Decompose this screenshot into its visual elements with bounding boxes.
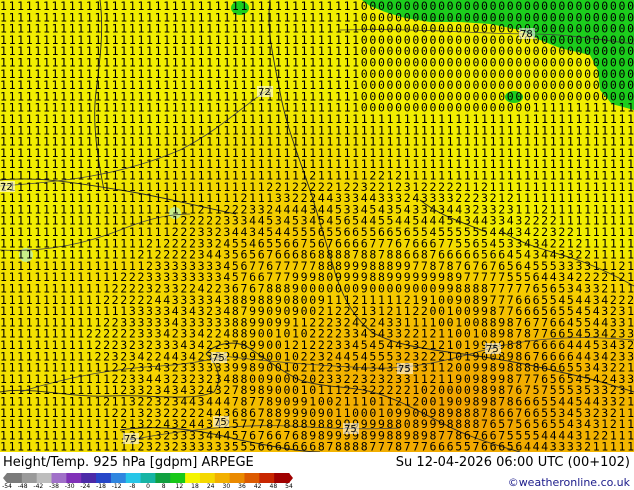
scale-tick-label: -42 [33, 483, 44, 490]
scale-swatch [244, 473, 260, 483]
scale-tick-label: 30 [222, 483, 231, 490]
temperature-value-grid: 1111111111111111111111111111111111111111… [0, 0, 634, 452]
scale-swatch [274, 473, 290, 483]
weather-map-screen: 1111111111111111111111111111111111111111… [0, 0, 634, 490]
scale-tick-label: -30 [64, 483, 75, 490]
scale-tick-label: 54 [285, 483, 293, 490]
scale-tick-label: -12 [111, 483, 122, 490]
scale-swatch [7, 473, 23, 483]
isohypse-label: 78 [520, 29, 533, 40]
map-title: Height/Temp. 925 hPa [gdpm] ARPEGE [3, 455, 254, 470]
credit-link[interactable]: ©weatheronline.co.uk [508, 476, 630, 489]
scale-swatch [21, 473, 38, 483]
scale-tick-label: 42 [253, 483, 262, 490]
valid-datetime: Su 12-04-2026 06:00 UTC (00+102) [395, 455, 630, 470]
scale-swatch [36, 473, 53, 483]
scale-swatch [155, 473, 171, 483]
value-row: 1111111111111111232323333335556666666878… [0, 440, 634, 452]
scale-tick-label: 0 [146, 483, 150, 490]
scale-tick-label: 8 [161, 483, 166, 490]
scale-tick-label: 36 [238, 483, 246, 490]
temperature-map: 1111111111111111111111111111111111111111… [0, 0, 634, 452]
scale-tick-label: -48 [17, 483, 28, 490]
scale-tick-label: -18 [96, 483, 106, 490]
isohypse-label: 75 [124, 434, 137, 445]
scale-swatch [199, 473, 216, 483]
scale-tick-label: 18 [191, 483, 199, 490]
scale-swatch [214, 473, 231, 483]
isohypse-label: 75 [486, 344, 499, 355]
scale-swatch [51, 473, 67, 483]
scale-swatch [229, 473, 245, 483]
scale-arrow-left [3, 473, 7, 483]
scale-tick-label: 24 [206, 483, 215, 490]
isohypse-label: 75 [214, 417, 227, 428]
scale-swatch [96, 473, 112, 483]
scale-tick-label: 48 [269, 483, 278, 490]
scale-tick-label: -38 [49, 483, 59, 490]
isohypse-label: 75 [344, 424, 357, 435]
scale-swatch [81, 473, 97, 483]
isohypse-label: 72 [0, 182, 13, 193]
scale-swatch [140, 473, 156, 483]
map-footer: Height/Temp. 925 hPa [gdpm] ARPEGE Su 12… [0, 452, 634, 490]
scale-swatch [125, 473, 142, 483]
scale-swatch [170, 473, 186, 483]
scale-swatch [66, 473, 82, 483]
isohypse-label: 72 [258, 87, 271, 98]
isohypse-label: 75 [212, 353, 225, 364]
color-scale-labels: -54 -48 -42 -38 -30 -24 -18 -12 -8 0 8 12 18 24 30 36 42… [2, 483, 293, 490]
color-scale-bar [3, 473, 293, 483]
scale-arrow-right [289, 473, 293, 483]
scale-tick-label: -54 [2, 483, 12, 490]
scale-swatch [259, 473, 275, 483]
scale-swatch [185, 473, 201, 483]
isohypse-label: 75 [398, 364, 411, 375]
scale-tick-label: -24 [80, 483, 91, 490]
scale-tick-label: -8 [129, 483, 136, 490]
scale-swatch [110, 473, 127, 483]
scale-tick-label: 12 [175, 483, 184, 490]
